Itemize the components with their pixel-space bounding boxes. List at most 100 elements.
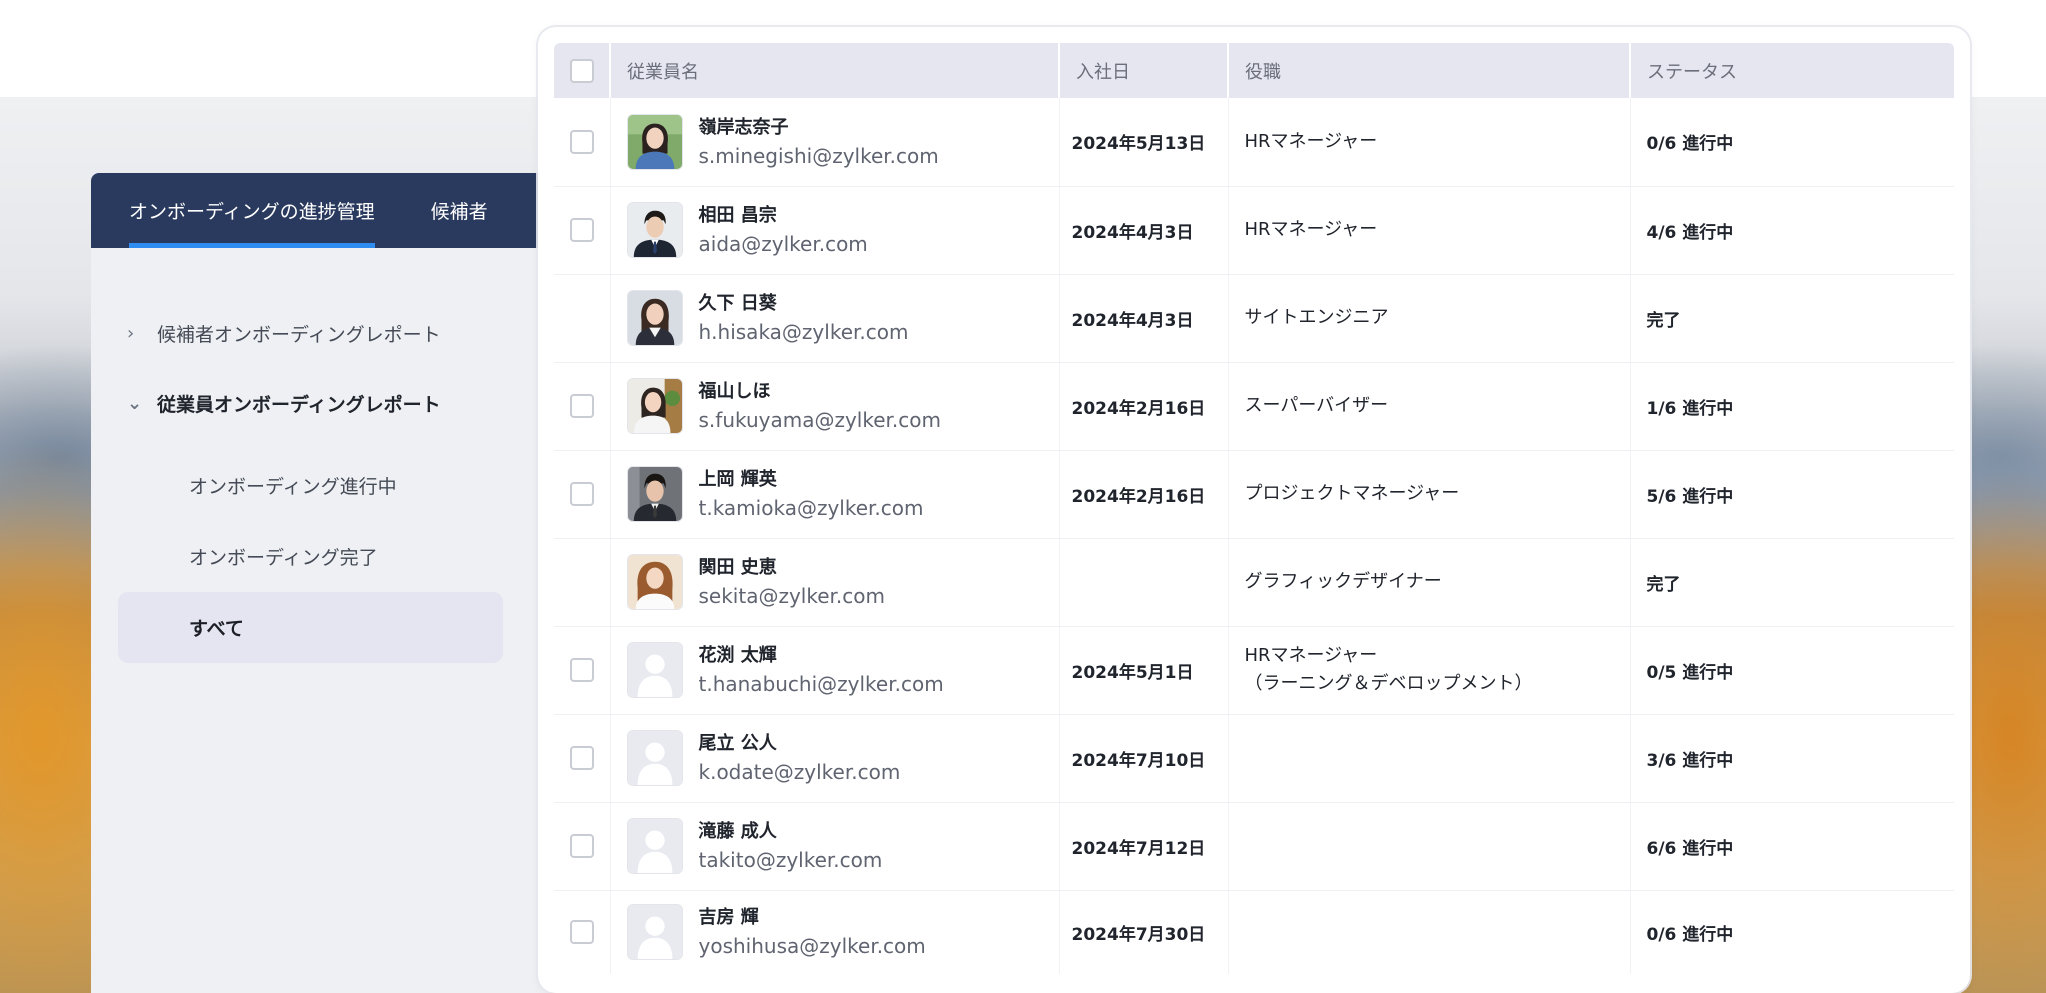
employee-email: takito@zylker.com <box>698 848 883 872</box>
row-checkbox[interactable] <box>569 658 594 682</box>
header-employee-name[interactable]: 従業員名 <box>610 43 1060 98</box>
row-select-cell <box>554 98 611 187</box>
employee-name[interactable]: 滝藤 成人 <box>699 818 883 846</box>
row-select-cell <box>554 186 611 275</box>
row-checkbox[interactable] <box>569 746 594 770</box>
table-row[interactable]: 久下 日葵 h.hisaka@zylker.com 2024年4月3日 サイトエン… <box>554 274 1954 363</box>
row-checkbox[interactable] <box>569 920 594 945</box>
select-all-checkbox[interactable] <box>569 58 594 83</box>
employee-name[interactable]: 花渕 太輝 <box>699 642 944 670</box>
join-date-cell: 2024年5月1日 <box>1059 626 1229 715</box>
employee-name[interactable]: 吉房 輝 <box>699 904 926 932</box>
join-date-cell: 2024年4月3日 <box>1059 186 1229 275</box>
tab-bar: オンボーディングの進捗管理 候補者 身 <box>91 173 551 248</box>
row-select-cell <box>554 890 611 974</box>
row-select-cell <box>554 802 611 891</box>
nav-candidate-report[interactable]: › 候補者オンボーディングレポート <box>91 298 551 368</box>
join-date-cell: 2024年5月13日 <box>1059 98 1229 187</box>
employee-email: yoshihusa@zylker.com <box>698 934 926 959</box>
row-checkbox[interactable] <box>569 218 594 242</box>
employee-name[interactable]: 福山しほ <box>699 378 942 406</box>
avatar <box>626 113 683 170</box>
avatar-placeholder <box>626 818 683 874</box>
role-cell <box>1228 714 1631 803</box>
nav-onboarding-in-progress[interactable]: オンボーディング進行中 <box>91 450 551 521</box>
avatar <box>626 466 683 522</box>
employee-cell: 上岡 輝英 t.kamioka@zylker.com <box>610 450 1060 539</box>
header-status[interactable]: ステータス <box>1630 43 1954 98</box>
employee-name[interactable]: 関田 史恵 <box>699 554 885 582</box>
employee-table-card: 従業員名 入社日 役職 ステータス 嶺岸志奈子 s.minegishi@zylke… <box>538 27 1970 993</box>
role-cell: サイトエンジニア <box>1228 274 1631 363</box>
row-checkbox[interactable] <box>569 394 594 418</box>
role-cell <box>1228 890 1631 974</box>
status-cell: 6/6 進行中 <box>1630 802 1954 891</box>
employee-name[interactable]: 久下 日葵 <box>699 290 909 318</box>
row-select-cell <box>554 450 611 539</box>
status-cell: 4/6 進行中 <box>1630 186 1954 275</box>
employee-table: 従業員名 入社日 役職 ステータス 嶺岸志奈子 s.minegishi@zylke… <box>554 43 1954 974</box>
status-cell: 0/6 進行中 <box>1630 98 1954 187</box>
tab-onboarding-progress[interactable]: オンボーディングの進捗管理 <box>129 173 375 248</box>
row-select-cell <box>554 362 611 451</box>
chevron-down-icon: ⌄ <box>127 392 143 414</box>
employee-cell: 福山しほ s.fukuyama@zylker.com <box>610 362 1060 451</box>
table-row[interactable]: 嶺岸志奈子 s.minegishi@zylker.com 2024年5月13日 H… <box>554 98 1954 187</box>
status-cell: 0/5 進行中 <box>1630 626 1954 715</box>
employee-name[interactable]: 相田 昌宗 <box>699 202 868 230</box>
join-date-cell: 2024年2月16日 <box>1059 362 1229 451</box>
employee-email: s.minegishi@zylker.com <box>698 143 939 168</box>
join-date-cell: 2024年7月10日 <box>1059 714 1229 803</box>
header-select-all <box>554 43 611 98</box>
table-header-row: 従業員名 入社日 役職 ステータス <box>554 43 1954 98</box>
table-row[interactable]: 上岡 輝英 t.kamioka@zylker.com 2024年2月16日 プロジ… <box>554 450 1954 539</box>
table-row[interactable]: 福山しほ s.fukuyama@zylker.com 2024年2月16日 スーパ… <box>554 362 1954 451</box>
employee-email: aida@zylker.com <box>698 232 868 256</box>
avatar-placeholder <box>626 730 683 786</box>
table-row[interactable]: 吉房 輝 yoshihusa@zylker.com 2024年7月30日 0/6 … <box>554 890 1954 974</box>
join-date-cell <box>1059 538 1229 627</box>
table-row[interactable]: 尾立 公人 k.odate@zylker.com 2024年7月10日 3/6 進… <box>554 714 1954 803</box>
row-select-cell <box>554 714 611 803</box>
employee-name[interactable]: 嶺岸志奈子 <box>699 114 939 142</box>
employee-cell: 相田 昌宗 aida@zylker.com <box>610 186 1060 275</box>
report-tree: › 候補者オンボーディングレポート ⌄ 従業員オンボーディングレポート オンボー… <box>91 248 551 663</box>
row-checkbox[interactable] <box>569 834 594 858</box>
role-line-1: HRマネージャー <box>1244 645 1378 666</box>
employee-cell: 尾立 公人 k.odate@zylker.com <box>610 714 1060 803</box>
role-cell: グラフィックデザイナー <box>1228 538 1631 627</box>
employee-name[interactable]: 尾立 公人 <box>699 730 901 758</box>
nav-onboarding-complete[interactable]: オンボーディング完了 <box>91 521 551 592</box>
table-row[interactable]: 花渕 太輝 t.hanabuchi@zylker.com 2024年5月1日 HR… <box>554 626 1954 715</box>
table-row[interactable]: 滝藤 成人 takito@zylker.com 2024年7月12日 6/6 進行… <box>554 802 1954 891</box>
table-row[interactable]: 関田 史恵 sekita@zylker.com グラフィックデザイナー 完了 <box>554 538 1954 627</box>
nav-employee-report[interactable]: ⌄ 従業員オンボーディングレポート <box>91 368 551 438</box>
row-checkbox[interactable] <box>569 129 594 154</box>
status-cell: 0/6 進行中 <box>1646 924 1734 945</box>
role-cell: HRマネージャー <box>1228 98 1631 187</box>
avatar-placeholder <box>626 904 683 961</box>
table-row[interactable]: 相田 昌宗 aida@zylker.com 2024年4月3日 HRマネージャー … <box>554 186 1954 275</box>
header-join-date[interactable]: 入社日 <box>1059 43 1229 98</box>
status-cell: 1/6 進行中 <box>1630 362 1954 451</box>
row-select-cell <box>554 626 611 715</box>
employee-email: t.kamioka@zylker.com <box>698 496 924 520</box>
avatar-placeholder <box>626 642 683 698</box>
employee-cell: 関田 史恵 sekita@zylker.com <box>610 538 1060 627</box>
status-cell: 3/6 進行中 <box>1630 714 1954 803</box>
avatar <box>626 378 683 434</box>
status-cell: 完了 <box>1630 274 1954 363</box>
employee-cell: 滝藤 成人 takito@zylker.com <box>610 802 1060 891</box>
avatar <box>626 290 683 346</box>
employee-name[interactable]: 上岡 輝英 <box>699 466 924 494</box>
join-date-cell: 2024年7月12日 <box>1059 802 1229 891</box>
role-cell: HRマネージャー <box>1228 186 1631 275</box>
tab-candidates[interactable]: 候補者 <box>431 173 488 248</box>
role-cell: HRマネージャー （ラーニング＆デベロップメント） <box>1228 626 1631 715</box>
status-cell: 5/6 進行中 <box>1630 450 1954 539</box>
nav-candidate-report-label: 候補者オンボーディングレポート <box>157 323 441 346</box>
row-checkbox[interactable] <box>569 482 594 506</box>
header-role[interactable]: 役職 <box>1228 43 1631 98</box>
nav-all[interactable]: すべて <box>118 592 503 663</box>
